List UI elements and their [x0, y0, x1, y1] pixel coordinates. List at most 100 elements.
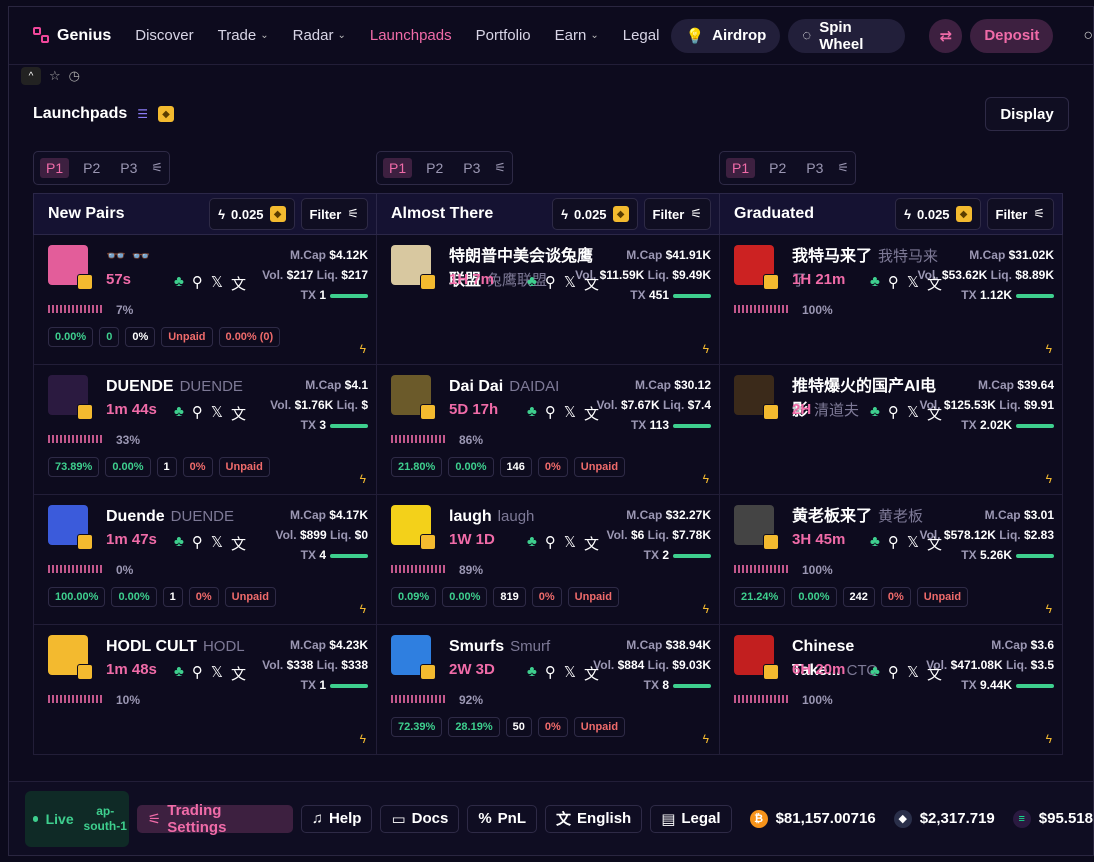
spin-wheel-button[interactable]: ◌ Spin Wheel [788, 18, 906, 53]
token-card[interactable]: 👓 👓 57s ♣ ⚲ 𝕏 文 M.Cap $4.12K Vol. $217 Liq… [33, 235, 377, 365]
quick-buy-icon[interactable]: ϟ [1046, 602, 1052, 616]
page-tab-p3[interactable]: P3 [457, 158, 486, 178]
page-tab-p3[interactable]: P3 [800, 158, 829, 178]
bnb-chain-icon[interactable]: ◆ [158, 106, 174, 122]
swap-button[interactable]: ⇄ [929, 18, 963, 53]
quick-buy-icon[interactable]: ϟ [703, 472, 709, 486]
quick-buy-icon[interactable]: ϟ [1046, 472, 1052, 486]
nav-radar[interactable]: Radar ⌄ [293, 27, 346, 44]
translate-icon[interactable]: 文 [584, 533, 599, 554]
quick-buy-icon[interactable]: ϟ [703, 602, 709, 616]
page-tab-p1[interactable]: P1 [726, 158, 756, 178]
brand[interactable]: Genius [33, 26, 111, 45]
nav-discover[interactable]: Discover [135, 27, 193, 44]
token-card[interactable]: Chinese Take... CTO 6H 20m ♣ ⚲ 𝕏 文 M.Cap $… [719, 625, 1063, 755]
filter-button[interactable]: Filter ⚟ [986, 198, 1054, 230]
search-icon[interactable]: ⚲ [545, 533, 556, 554]
token-card[interactable]: 特朗普中美会谈兔鹰联盟 兔鹰联盟 1H 7m ♣ ⚲ 𝕏 文 M.Cap $41.9… [376, 235, 720, 365]
buy-sell-bar [330, 423, 368, 428]
search-icon[interactable]: ⚲ [192, 663, 203, 684]
clock-icon[interactable]: ◷ [69, 68, 80, 84]
quick-buy-icon[interactable]: ϟ [360, 602, 366, 616]
quick-buy-icon[interactable]: ϟ [703, 732, 709, 746]
language-button[interactable]: 文 English [545, 804, 643, 833]
nav-launchpads[interactable]: Launchpads [370, 27, 452, 44]
x-twitter-icon[interactable]: 𝕏 [907, 663, 919, 684]
translate-icon[interactable]: 文 [231, 533, 246, 554]
token-card[interactable]: laugh laugh 1W 1D ♣ ⚲ 𝕏 文 M.Cap $32.27K Vo… [376, 495, 720, 625]
quick-buy-icon[interactable]: ϟ [703, 342, 709, 356]
token-card[interactable]: 黄老板来了 黄老板 3H 45m ♣ ⚲ 𝕏 文 M.Cap $3.01 Vol. … [719, 495, 1063, 625]
page-tab-p1[interactable]: P1 [383, 158, 413, 178]
quick-buy-icon[interactable]: ϟ [1046, 342, 1052, 356]
bonding-progress-bar [391, 565, 447, 573]
search-icon[interactable]: ⚲ [192, 533, 203, 554]
quick-buy-icon[interactable]: ϟ [360, 732, 366, 746]
display-button[interactable]: Display [985, 97, 1069, 131]
app-window: Genius Discover Trade ⌄ Radar ⌄ Launchpads… [8, 6, 1094, 856]
x-twitter-icon[interactable]: 𝕏 [564, 273, 576, 294]
trading-settings-button[interactable]: ⚟ Trading Settings [136, 802, 293, 836]
search-icon[interactable]: ⚲ [888, 533, 899, 554]
search-icon[interactable]: ○ [1083, 27, 1093, 45]
quick-buy-icon[interactable]: ϟ [1046, 732, 1052, 746]
quick-buy-icon[interactable]: ϟ [360, 472, 366, 486]
page-tab-p2[interactable]: P2 [763, 158, 792, 178]
search-icon[interactable]: ⚲ [888, 273, 899, 294]
x-twitter-icon[interactable]: 𝕏 [211, 403, 223, 424]
search-icon[interactable]: ⚲ [192, 273, 203, 294]
x-twitter-icon[interactable]: 𝕏 [211, 663, 223, 684]
pnl-button[interactable]: % PnL [467, 804, 538, 833]
nav-trade[interactable]: Trade ⌄ [218, 27, 269, 44]
token-card[interactable]: Smurfs Smurf 2W 3D ♣ ⚲ 𝕏 文 M.Cap $38.94K V… [376, 625, 720, 755]
x-twitter-icon[interactable]: 𝕏 [564, 663, 576, 684]
nav-portfolio[interactable]: Portfolio [476, 27, 531, 44]
nav-legal[interactable]: Legal [623, 27, 660, 44]
chevron-up-icon[interactable]: ^ [21, 67, 41, 85]
filter-button[interactable]: Filter ⚟ [300, 198, 368, 230]
live-status[interactable]: Live ap-south-1 [25, 790, 129, 847]
docs-button[interactable]: ▭ Docs [380, 804, 460, 833]
bnb-chain-icon [77, 534, 93, 550]
token-card[interactable]: HODL CULT HODL 1m 48s ♣ ⚲ 𝕏 文 M.Cap $4.23K… [33, 625, 377, 755]
x-twitter-icon[interactable]: 𝕏 [907, 533, 919, 554]
search-icon[interactable]: ⚲ [545, 273, 556, 294]
sliders-icon[interactable]: ⚟ [837, 160, 849, 176]
search-icon[interactable]: ⚲ [888, 663, 899, 684]
search-icon[interactable]: ⚲ [545, 663, 556, 684]
search-icon[interactable]: ⚲ [192, 403, 203, 424]
legal-button[interactable]: ▤ Legal [650, 804, 732, 833]
quick-buy-amount[interactable]: ϟ 0.025 ◆ [895, 198, 981, 230]
search-icon[interactable]: ⚲ [545, 403, 556, 424]
quick-buy-icon[interactable]: ϟ [360, 342, 366, 356]
token-stats: M.Cap $39.64 Vol. $125.53K Liq. $9.91 TX… [919, 378, 1054, 432]
filter-button[interactable]: Filter ⚟ [643, 198, 711, 230]
search-icon[interactable]: ⚲ [888, 403, 899, 424]
token-card[interactable]: 推特爆火的国产AI电影 清道夫 2H ♣ ⚲ 𝕏 文 M.Cap $39.64 Vo… [719, 365, 1063, 495]
token-card[interactable]: Dai Dai DAIDAI 5D 17h ♣ ⚲ 𝕏 文 M.Cap $30.12… [376, 365, 720, 495]
x-twitter-icon[interactable]: 𝕏 [211, 533, 223, 554]
translate-icon[interactable]: 文 [231, 663, 246, 684]
translate-icon[interactable]: 文 [231, 403, 246, 424]
token-card[interactable]: DUENDE DUENDE 1m 44s ♣ ⚲ 𝕏 文 M.Cap $4.1 Vo… [33, 365, 377, 495]
page-tab-p1[interactable]: P1 [40, 158, 70, 178]
x-twitter-icon[interactable]: 𝕏 [907, 403, 919, 424]
translate-icon[interactable]: 文 [231, 273, 246, 294]
quick-buy-amount[interactable]: ϟ 0.025 ◆ [209, 198, 295, 230]
page-tab-p2[interactable]: P2 [77, 158, 106, 178]
x-twitter-icon[interactable]: 𝕏 [564, 403, 576, 424]
page-tab-p2[interactable]: P2 [420, 158, 449, 178]
star-icon[interactable]: ☆ [49, 68, 61, 84]
x-twitter-icon[interactable]: 𝕏 [564, 533, 576, 554]
nav-earn[interactable]: Earn ⌄ [555, 27, 599, 44]
sliders-icon[interactable]: ⚟ [151, 160, 163, 176]
x-twitter-icon[interactable]: 𝕏 [211, 273, 223, 294]
page-tab-p3[interactable]: P3 [114, 158, 143, 178]
token-card[interactable]: 我特马来了 我特马来了 1H 21m ♣ ⚲ 𝕏 文 M.Cap $31.02K V… [719, 235, 1063, 365]
sliders-icon[interactable]: ⚟ [494, 160, 506, 176]
help-button[interactable]: ♫ Help [300, 804, 373, 833]
quick-buy-amount[interactable]: ϟ 0.025 ◆ [552, 198, 638, 230]
airdrop-button[interactable]: 💡 Airdrop [671, 18, 781, 53]
deposit-button[interactable]: Deposit [970, 18, 1054, 53]
token-card[interactable]: Duende DUENDE 1m 47s ♣ ⚲ 𝕏 文 M.Cap $4.17K … [33, 495, 377, 625]
